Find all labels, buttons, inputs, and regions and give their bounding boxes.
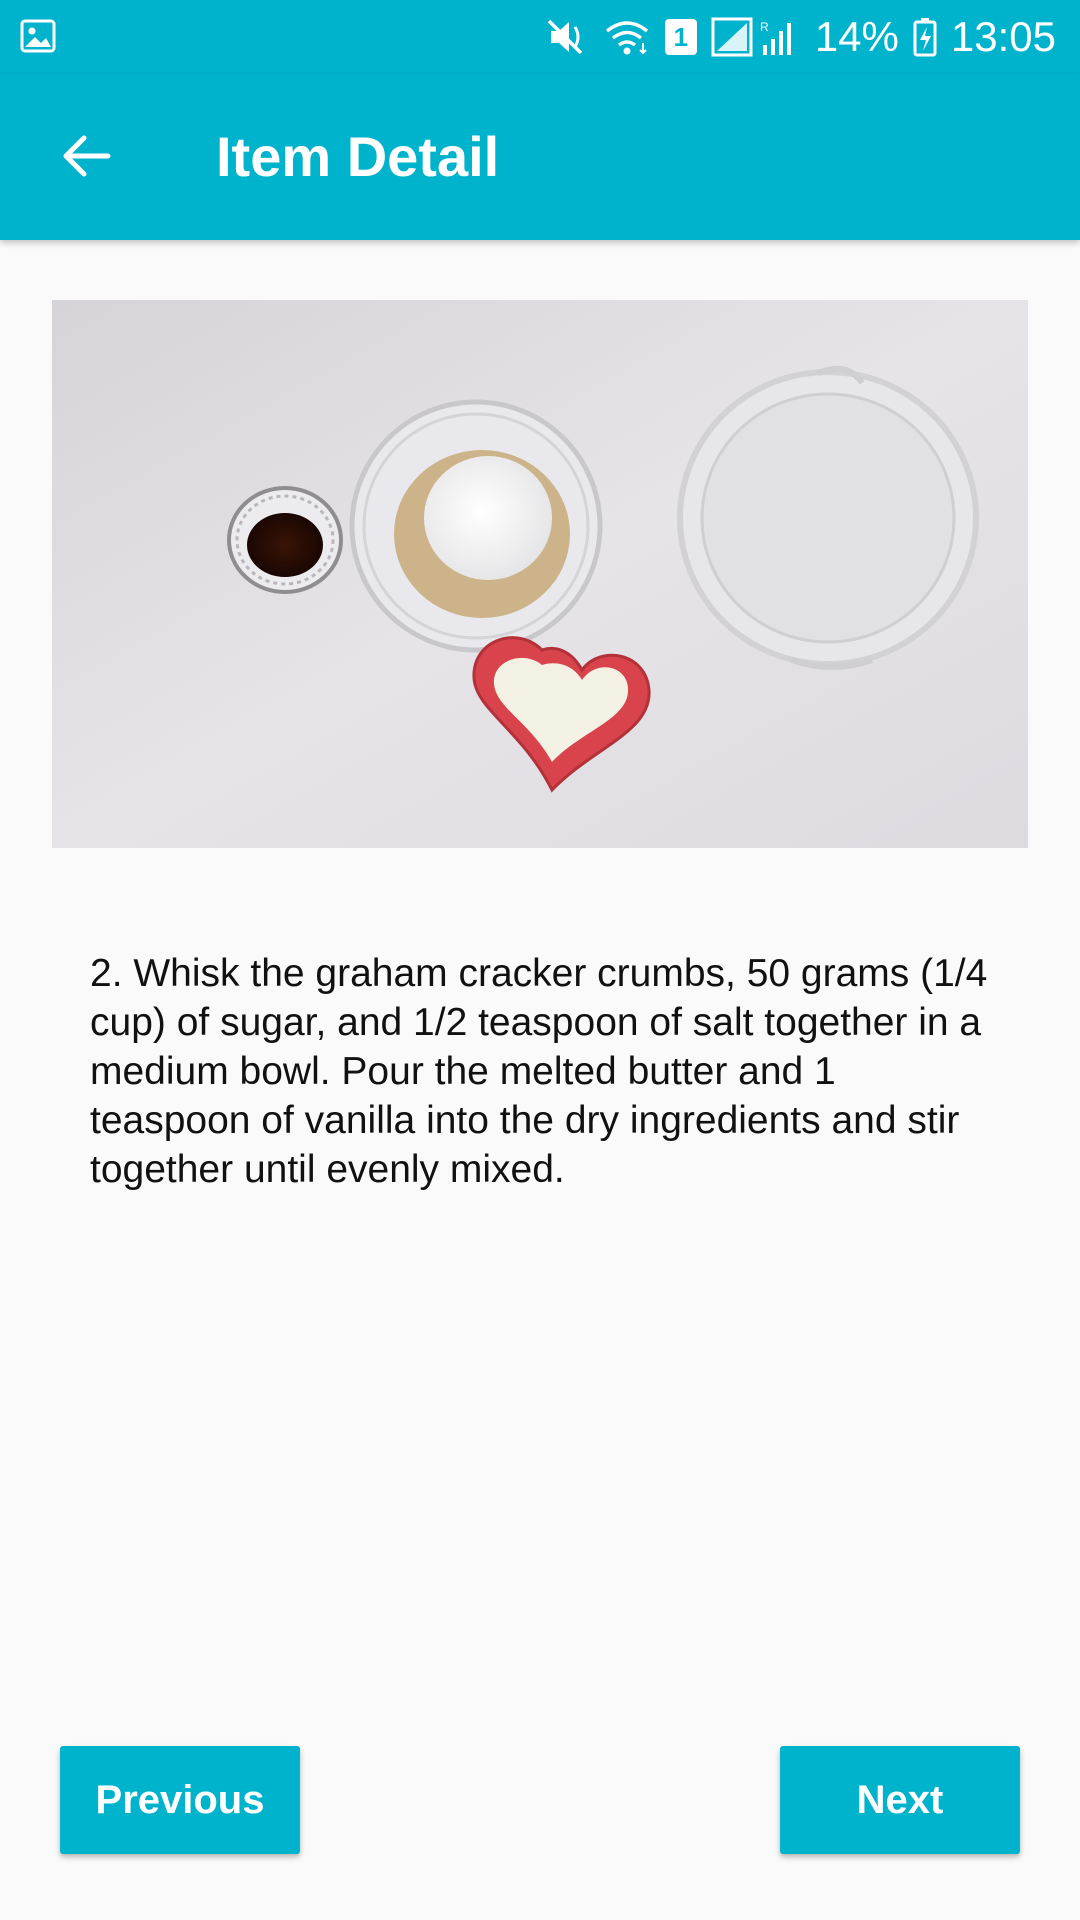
page-title: Item Detail — [216, 125, 500, 188]
wifi-icon — [605, 21, 648, 55]
step-photo — [52, 300, 1028, 848]
svg-text:R: R — [760, 20, 769, 34]
status-bar: 1 R 14% 13:05 — [0, 0, 1080, 74]
clock: 13:05 — [950, 13, 1056, 60]
battery-charging-icon — [913, 18, 937, 57]
mute-icon — [547, 19, 583, 55]
app-bar: Item Detail — [0, 74, 1080, 240]
back-button[interactable] — [40, 111, 130, 201]
arrow-left-icon — [63, 135, 111, 177]
step-description: 2. Whisk the graham cracker crumbs, 50 g… — [90, 952, 988, 1191]
next-button[interactable]: Next — [780, 1746, 1020, 1854]
battery-percent: 14% — [814, 13, 899, 60]
status-icons: 1 R 14% 13:05 — [545, 0, 1056, 74]
sim-1-icon: 1 — [664, 19, 697, 55]
signal-icon: R — [711, 17, 791, 57]
gallery-icon — [20, 19, 56, 53]
previous-button[interactable]: Previous — [60, 1746, 300, 1854]
sim-badge: 1 — [673, 21, 689, 52]
